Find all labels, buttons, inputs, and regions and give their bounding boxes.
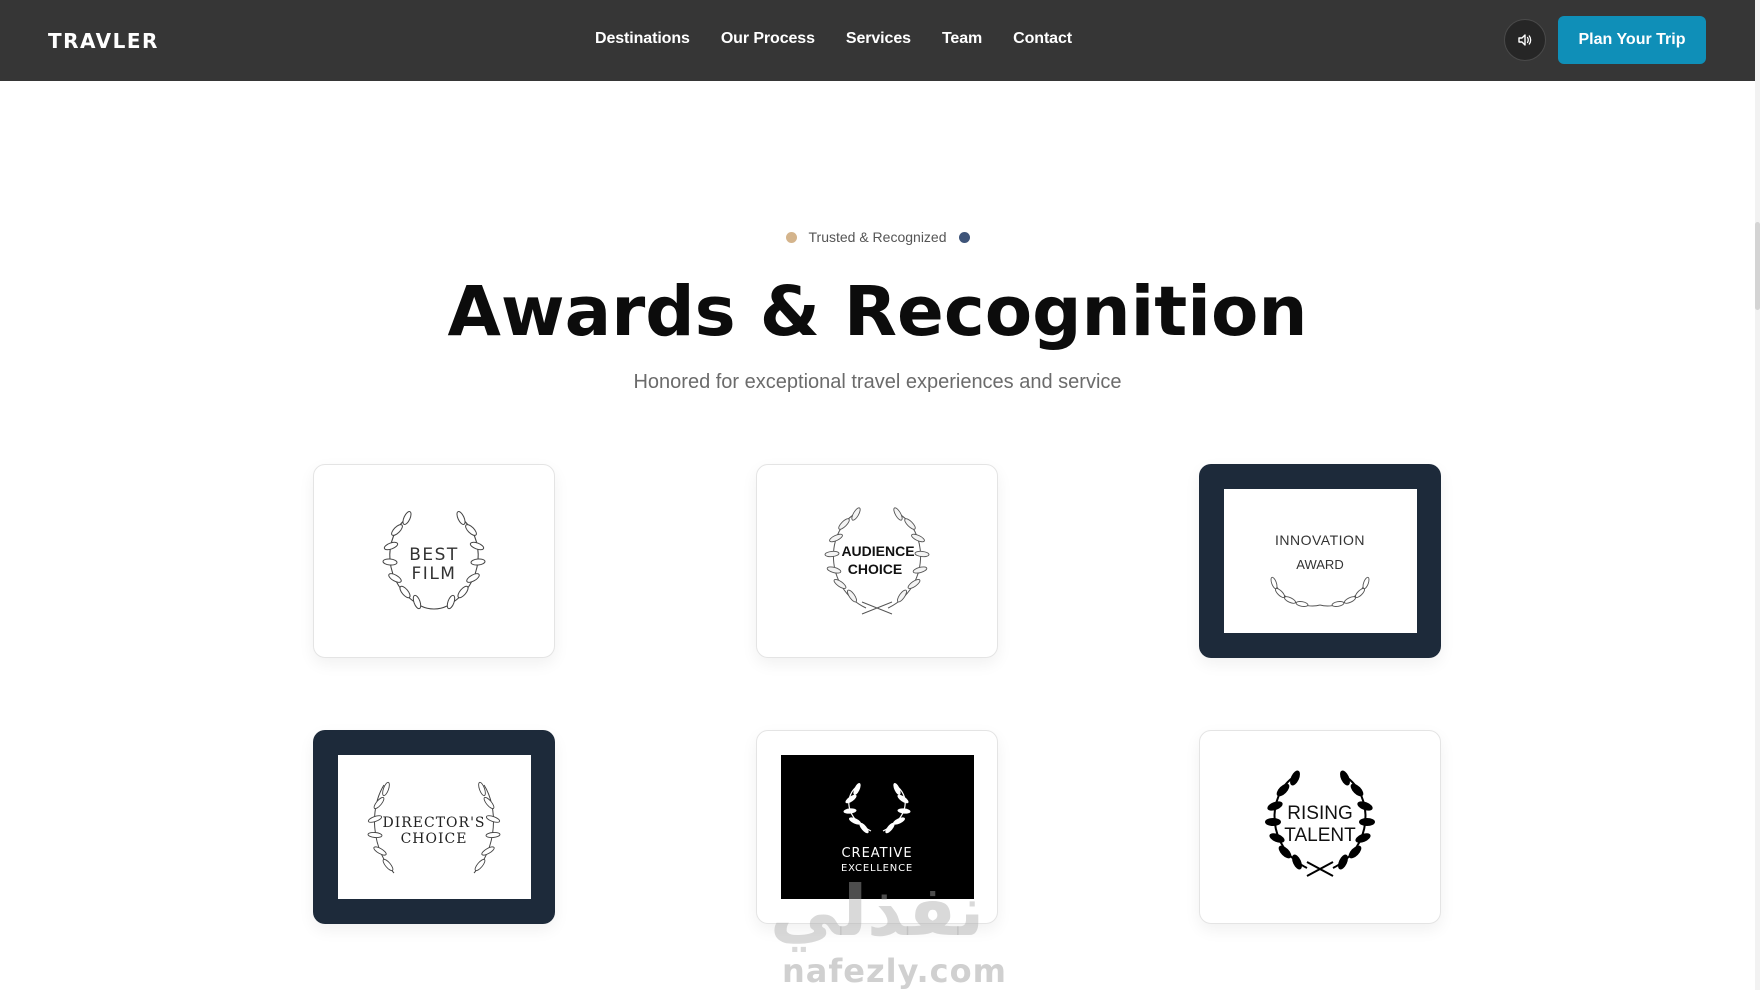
laurel-wreath-icon: BEST FILM [382, 511, 486, 610]
watermark-arabic: نفذلي [770, 870, 985, 952]
award-line1: AUDIENCE [841, 543, 914, 559]
award-card-innovation-award[interactable]: INNOVATION AWARD [1199, 464, 1441, 658]
laurel-wreath-icon: DIRECTOR'S CHOICE [367, 781, 501, 874]
award-image: DIRECTOR'S CHOICE [337, 755, 531, 899]
section-title: Awards & Recognition [447, 272, 1308, 352]
award-card-audience-choice[interactable]: AUDIENCE CHOICE [756, 464, 998, 658]
award-line2: TALENT [1284, 825, 1356, 846]
laurel-wreath-icon: RISING TALENT [1265, 770, 1375, 877]
laurel-wreath-icon: CREATIVE EXCELLENCE [841, 783, 912, 874]
section-subtitle: Honored for exceptional travel experienc… [633, 371, 1122, 393]
watermark-latin: nafezly.com [782, 952, 1007, 990]
award-card-best-film[interactable]: BEST FILM [313, 464, 555, 658]
award-line1: DIRECTOR'S [382, 815, 485, 831]
nav-link-services[interactable]: Services [846, 30, 911, 48]
award-card-directors-choice[interactable]: DIRECTOR'S CHOICE [313, 730, 555, 924]
award-card-rising-talent[interactable]: RISING TALENT [1199, 730, 1441, 924]
award-line1: INNOVATION [1275, 532, 1365, 548]
award-image: INNOVATION AWARD [1223, 489, 1417, 633]
sound-toggle-button[interactable] [1504, 19, 1546, 61]
scrollbar-thumb[interactable] [1755, 222, 1760, 310]
laurel-wreath-icon: AUDIENCE CHOICE [824, 507, 930, 615]
nav-link-our-process[interactable]: Our Process [721, 30, 815, 48]
award-line1: RISING [1287, 803, 1352, 824]
eyebrow-dot-left [785, 231, 797, 243]
scrollbar-track[interactable] [1755, 0, 1760, 990]
top-navbar: TRAVLER Destinations Our Process Service… [0, 0, 1755, 81]
laurel-wreath-icon: INNOVATION AWARD [1270, 532, 1370, 607]
award-line1: BEST [409, 545, 459, 565]
award-line2: CHOICE [401, 831, 468, 847]
main-nav: Destinations Our Process Services Team C… [595, 30, 1072, 48]
plan-your-trip-button[interactable]: Plan Your Trip [1558, 16, 1706, 64]
nav-link-contact[interactable]: Contact [1013, 30, 1072, 48]
nav-link-team[interactable]: Team [942, 30, 982, 48]
speaker-icon [1518, 34, 1532, 46]
section-eyebrow: Trusted & Recognized [0, 229, 1755, 245]
award-line2: FILM [412, 564, 457, 584]
eyebrow-dot-right [958, 231, 970, 243]
eyebrow-label: Trusted & Recognized [808, 229, 947, 245]
award-line1: CREATIVE [841, 846, 912, 861]
award-line2: AWARD [1296, 557, 1343, 572]
award-line2: CHOICE [848, 561, 902, 577]
nav-link-destinations[interactable]: Destinations [595, 30, 690, 48]
brand-logo[interactable]: TRAVLER [48, 29, 159, 53]
